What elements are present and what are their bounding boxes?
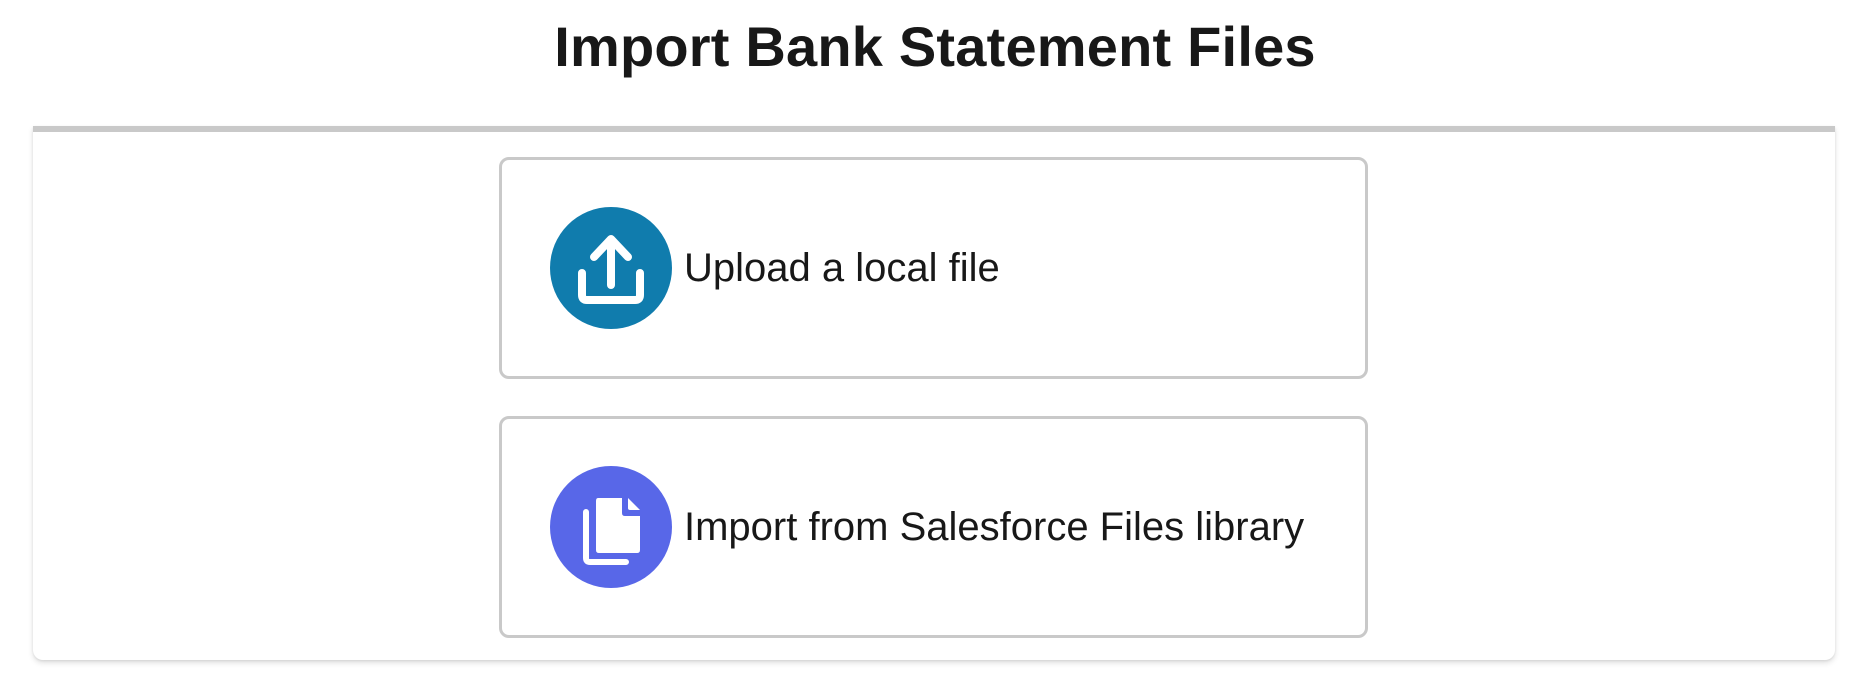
files-library-icon <box>550 466 672 588</box>
import-salesforce-files-label: Import from Salesforce Files library <box>684 505 1305 549</box>
page-title: Import Bank Statement Files <box>554 15 1316 78</box>
upload-local-file-option[interactable]: Upload a local file <box>499 157 1368 379</box>
import-salesforce-files-option[interactable]: Import from Salesforce Files library <box>499 416 1368 638</box>
upload-icon <box>550 207 672 329</box>
import-options-panel: Upload a local file Import from Salesfor… <box>33 126 1835 660</box>
import-bank-statement-page: Import Bank Statement Files Upload a loc… <box>0 0 1870 696</box>
upload-local-file-label: Upload a local file <box>684 246 1000 290</box>
